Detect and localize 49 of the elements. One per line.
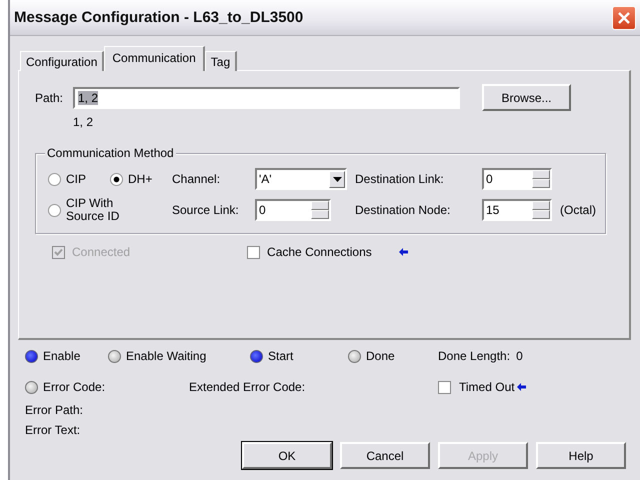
done-length-value: 0 (516, 349, 523, 363)
channel-label: Channel: (172, 172, 222, 186)
spinner-arrows-icon (311, 201, 329, 219)
destination-node-label: Destination Node: (355, 203, 452, 217)
done-length-label: Done Length: (438, 349, 510, 363)
source-link-label: Source Link: (172, 203, 240, 217)
tab[interactable]: Tag (204, 51, 238, 71)
close-button[interactable] (612, 6, 636, 30)
status-label: Start (268, 349, 294, 363)
resolved-path: 1, 2 (73, 115, 94, 131)
radio-button[interactable] (48, 204, 61, 216)
dialog-button[interactable]: Help (536, 442, 626, 469)
spinner-arrows-icon (532, 170, 550, 188)
radio-label: DH+ (128, 172, 152, 186)
checkbox-label: Cache Connections (267, 245, 372, 259)
checkbox[interactable] (438, 380, 451, 394)
left-arrow-icon (516, 383, 526, 391)
tab[interactable]: Communication (104, 46, 205, 71)
radio-label: CIP With Source ID (66, 197, 120, 223)
error-text-label: Error Text: (25, 423, 82, 438)
destination-link-label: Destination Link: (355, 172, 445, 186)
spinner-arrows-icon (532, 201, 550, 219)
destination-link-spinner[interactable]: 0 (482, 168, 552, 190)
checkbox[interactable] (247, 246, 260, 258)
left-arrow-icon (398, 248, 408, 256)
radio-button[interactable] (48, 172, 61, 186)
group-title: Communication Method (45, 146, 176, 160)
close-icon (617, 10, 631, 24)
unit-label: (Octal) (560, 203, 597, 217)
status-label: Done (366, 349, 395, 363)
dialog-button[interactable]: Cancel (340, 442, 430, 469)
tab[interactable]: Configuration (20, 51, 104, 71)
checkbox-label: Timed Out (459, 380, 515, 394)
radio-button[interactable] (110, 172, 123, 186)
path-label: Path: (35, 90, 64, 104)
source-link-spinner[interactable]: 0 (255, 199, 331, 221)
channel-dropdown[interactable]: 'A' (255, 168, 347, 190)
extended-error-code-label: Extended Error Code: (189, 380, 306, 394)
status-label: Enable (43, 349, 80, 363)
checkbox-label: Connected (72, 245, 130, 259)
browse-button[interactable]: Browse... (482, 84, 571, 111)
status-label: Enable Waiting (126, 349, 206, 363)
error-path-label: Error Path: (25, 403, 84, 418)
destination-node-spinner[interactable]: 15 (482, 199, 552, 221)
window-title: Message Configuration - L63_to_DL3500 (14, 9, 304, 26)
path-field[interactable]: 1, 2 (73, 86, 460, 108)
dialog-button[interactable]: OK (242, 442, 332, 469)
error-code-label: Error Code: (43, 380, 106, 394)
radio-label: CIP (66, 172, 86, 186)
